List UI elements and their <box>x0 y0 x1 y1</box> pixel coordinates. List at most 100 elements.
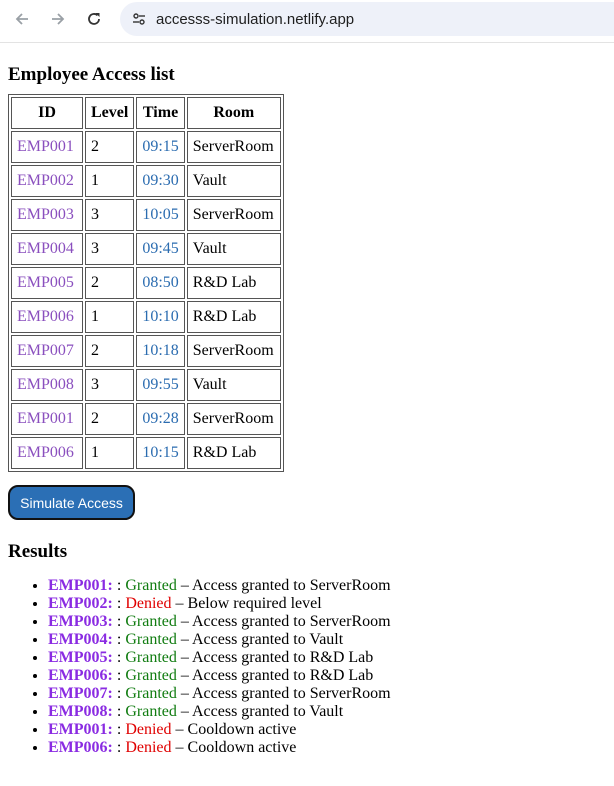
page-title: Employee Access list <box>8 64 175 85</box>
result-message: – Access granted to ServerRoom <box>176 577 391 594</box>
result-id: EMP003: <box>48 613 113 630</box>
column-header-room: Room <box>186 97 281 129</box>
result-id: EMP005: <box>48 649 113 666</box>
result-separator: : <box>112 703 126 720</box>
result-separator: : <box>112 685 126 702</box>
result-message: – Access granted to R&D Lab <box>176 649 374 666</box>
result-status: Denied <box>125 739 172 756</box>
row-time: 09:15 <box>136 131 185 163</box>
row-id: EMP006 <box>11 301 83 333</box>
result-separator: : <box>112 649 126 666</box>
row-level: 2 <box>85 131 135 163</box>
url-text[interactable]: accesss-simulation.netlify.app <box>156 11 354 28</box>
result-id: EMP008: <box>48 703 113 720</box>
row-id: EMP007 <box>11 335 83 367</box>
table-header-row: ID Level Time Room <box>11 97 281 129</box>
row-id: EMP006 <box>11 437 83 469</box>
row-level: 2 <box>85 335 135 367</box>
row-room: Vault <box>186 165 281 197</box>
result-status: Granted <box>125 667 177 684</box>
result-separator: : <box>112 595 126 612</box>
tune-icon[interactable] <box>130 10 148 28</box>
result-status: Granted <box>125 577 177 594</box>
arrow-right-icon <box>52 13 65 25</box>
forward-button[interactable] <box>44 7 72 31</box>
result-message: – Cooldown active <box>171 721 297 738</box>
result-separator: : <box>112 721 126 738</box>
result-item: EMP003: : Granted – Access granted to Se… <box>48 613 606 631</box>
row-level: 3 <box>85 233 135 265</box>
row-room: ServerRoom <box>186 131 281 163</box>
table-row: EMP006 1 10:10 R&D Lab <box>11 301 281 333</box>
table-row: EMP002 1 09:30 Vault <box>11 165 281 197</box>
row-time: 10:05 <box>136 199 185 231</box>
result-id: EMP007: <box>48 685 113 702</box>
result-message: – Access granted to ServerRoom <box>176 685 391 702</box>
row-room: R&D Lab <box>186 267 281 299</box>
result-message: – Access granted to Vault <box>176 703 344 720</box>
column-header-id: ID <box>11 97 83 129</box>
back-button[interactable] <box>8 7 36 31</box>
result-message: – Access granted to Vault <box>176 631 344 648</box>
table-row: EMP001 2 09:15 ServerRoom <box>11 131 281 163</box>
row-id: EMP004 <box>11 233 83 265</box>
result-item: EMP001: : Denied – Cooldown active <box>48 721 606 739</box>
result-item: EMP007: : Granted – Access granted to Se… <box>48 685 606 703</box>
result-separator: : <box>112 577 126 594</box>
row-room: ServerRoom <box>186 199 281 231</box>
row-level: 1 <box>85 437 135 469</box>
result-item: EMP006: : Denied – Cooldown active <box>48 739 606 757</box>
table-row: EMP001 2 09:28 ServerRoom <box>11 403 281 435</box>
result-id: EMP004: <box>48 631 113 648</box>
result-id: EMP001: <box>48 721 113 738</box>
row-id: EMP003 <box>11 199 83 231</box>
table-row: EMP005 2 08:50 R&D Lab <box>11 267 281 299</box>
row-id: EMP002 <box>11 165 83 197</box>
row-room: ServerRoom <box>186 335 281 367</box>
result-separator: : <box>112 631 126 648</box>
row-room: Vault <box>186 233 281 265</box>
access-table: ID Level Time Room EMP001 2 09:15 Server… <box>8 94 284 472</box>
row-time: 10:10 <box>136 301 185 333</box>
result-separator: : <box>112 667 126 684</box>
result-item: EMP002: : Denied – Below required level <box>48 595 606 613</box>
row-level: 3 <box>85 369 135 401</box>
result-status: Denied <box>125 595 172 612</box>
result-separator: : <box>112 739 126 756</box>
result-item: EMP001: : Granted – Access granted to Se… <box>48 577 606 595</box>
page-content: Employee Access list ID Level Time Room … <box>0 64 614 757</box>
result-separator: : <box>112 613 126 630</box>
simulate-access-button[interactable]: Simulate Access <box>8 485 135 520</box>
row-level: 1 <box>85 165 135 197</box>
table-row: EMP008 3 09:55 Vault <box>11 369 281 401</box>
address-bar[interactable]: accesss-simulation.netlify.app <box>120 2 614 36</box>
result-id: EMP006: <box>48 667 113 684</box>
row-level: 2 <box>85 267 135 299</box>
row-time: 10:18 <box>136 335 185 367</box>
row-time: 09:55 <box>136 369 185 401</box>
table-row: EMP006 1 10:15 R&D Lab <box>11 437 281 469</box>
result-status: Granted <box>125 685 177 702</box>
results-list: EMP001: : Granted – Access granted to Se… <box>8 577 606 757</box>
row-level: 1 <box>85 301 135 333</box>
row-room: R&D Lab <box>186 437 281 469</box>
table-row: EMP007 2 10:18 ServerRoom <box>11 335 281 367</box>
result-status: Denied <box>125 721 172 738</box>
table-row: EMP004 3 09:45 Vault <box>11 233 281 265</box>
results-heading: Results <box>8 541 68 562</box>
row-time: 09:30 <box>136 165 185 197</box>
result-message: – Access granted to ServerRoom <box>176 613 391 630</box>
row-id: EMP001 <box>11 131 83 163</box>
result-item: EMP004: : Granted – Access granted to Va… <box>48 631 606 649</box>
result-status: Granted <box>125 613 177 630</box>
row-id: EMP008 <box>11 369 83 401</box>
result-message: – Access granted to R&D Lab <box>176 667 374 684</box>
row-level: 3 <box>85 199 135 231</box>
row-level: 2 <box>85 403 135 435</box>
result-message: – Below required level <box>171 595 322 612</box>
result-id: EMP002: <box>48 595 113 612</box>
reload-button[interactable] <box>80 7 108 31</box>
result-status: Granted <box>125 649 177 666</box>
row-room: R&D Lab <box>186 301 281 333</box>
table-row: EMP003 3 10:05 ServerRoom <box>11 199 281 231</box>
